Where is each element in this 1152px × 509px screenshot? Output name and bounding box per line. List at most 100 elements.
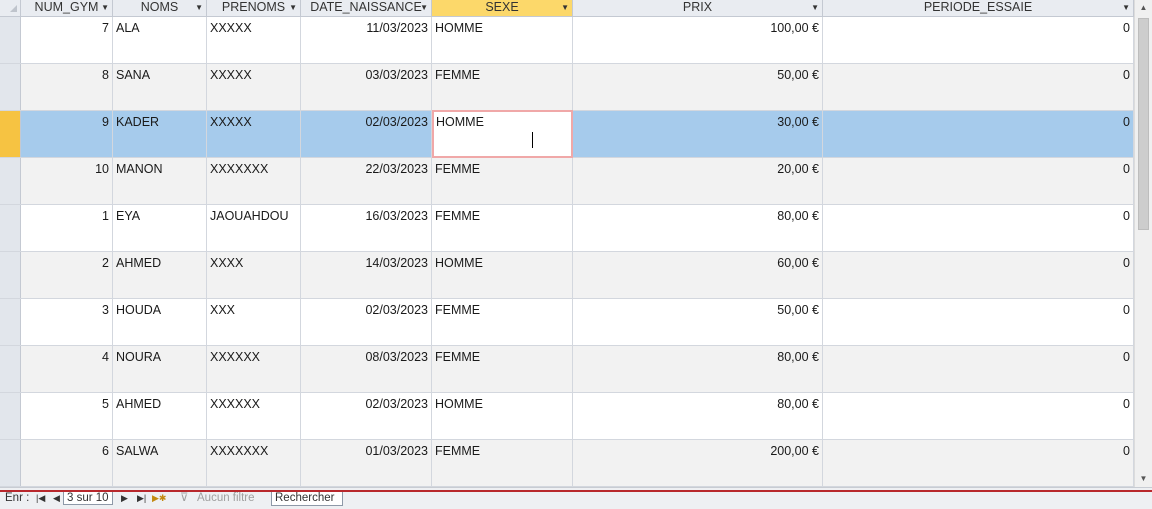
scroll-up-icon[interactable]: ▲ [1135,0,1152,16]
cell-sexe[interactable]: FEMME [432,299,573,345]
record-position-input[interactable]: 3 sur 10 [63,491,113,505]
cell-num-gym[interactable]: 10 [21,158,113,204]
cell-periode-essaie[interactable]: 0 [823,111,1134,157]
cell-prix[interactable]: 20,00 € [573,158,823,204]
cell-num-gym[interactable]: 7 [21,17,113,63]
table-row[interactable]: 8 SANA XXXXX 03/03/2023 FEMME 50,00 €0 [0,64,1134,111]
table-row[interactable]: 2 AHMED XXXX 14/03/2023 HOMME 60,00 €0 [0,252,1134,299]
cell-prix[interactable]: 60,00 € [573,252,823,298]
cell-periode-essaie[interactable]: 0 [823,158,1134,204]
first-record-icon[interactable]: |◀ [36,490,45,506]
cell-date-naissance[interactable]: 16/03/2023 [301,205,432,251]
cell-prenoms[interactable]: XXXXXXX [207,158,301,204]
cell-prenoms[interactable]: XXXX [207,252,301,298]
cell-prenoms[interactable]: XXXXX [207,111,301,157]
sort-filter-dropdown-icon[interactable]: ▼ [1122,0,1130,15]
cell-edit-text[interactable]: HOMME [436,115,484,129]
sort-filter-dropdown-icon[interactable]: ▼ [811,0,819,15]
row-selector[interactable] [0,64,21,110]
cell-periode-essaie[interactable]: 0 [823,299,1134,345]
cell-date-naissance[interactable]: 01/03/2023 [301,440,432,486]
cell-sexe[interactable]: FEMME [432,64,573,110]
cell-periode-essaie[interactable]: 0 [823,440,1134,486]
table-row[interactable]: 4 NOURA XXXXXX 08/03/2023 FEMME 80,00 €0 [0,346,1134,393]
table-row[interactable]: 1 EYA JAOUAHDOU 16/03/2023 FEMME 80,00 €0 [0,205,1134,252]
cell-num-gym[interactable]: 1 [21,205,113,251]
search-input[interactable]: Rechercher [271,490,343,506]
cell-prix[interactable]: 80,00 € [573,205,823,251]
cell-periode-essaie[interactable]: 0 [823,64,1134,110]
cell-sexe[interactable]: HOMME [432,17,573,63]
cell-num-gym[interactable]: 8 [21,64,113,110]
row-selector[interactable] [0,393,21,439]
cell-periode-essaie[interactable]: 0 [823,205,1134,251]
cell-prenoms[interactable]: XXXXX [207,64,301,110]
cell-noms[interactable]: MANON [113,158,207,204]
scroll-down-icon[interactable]: ▼ [1135,471,1152,487]
cell-prenoms[interactable]: XXXXXX [207,393,301,439]
cell-noms[interactable]: SANA [113,64,207,110]
cell-date-naissance[interactable]: 02/03/2023 [301,111,432,157]
cell-noms[interactable]: NOURA [113,346,207,392]
sort-filter-dropdown-icon[interactable]: ▼ [561,0,569,15]
cell-sexe[interactable]: FEMME [432,440,573,486]
cell-prenoms[interactable]: XXXXXXX [207,440,301,486]
cell-date-naissance[interactable]: 02/03/2023 [301,393,432,439]
cell-periode-essaie[interactable]: 0 [823,252,1134,298]
cell-date-naissance[interactable]: 14/03/2023 [301,252,432,298]
cell-prix[interactable]: 30,00 € [573,111,823,157]
vertical-scrollbar[interactable]: ▲ ▼ [1134,0,1152,487]
table-row[interactable]: 9 KADER XXXXX 02/03/2023 HOMME 30,00 €0 [0,110,1134,158]
cell-sexe[interactable]: FEMME [432,205,573,251]
cell-prenoms[interactable]: XXXXX [207,17,301,63]
cell-periode-essaie[interactable]: 0 [823,393,1134,439]
cell-num-gym[interactable]: 5 [21,393,113,439]
cell-noms[interactable]: KADER [113,111,207,157]
filter-status-label[interactable]: Aucun filtre [197,490,255,506]
row-selector[interactable] [0,299,21,345]
cell-prenoms[interactable]: XXXXXX [207,346,301,392]
last-record-icon[interactable]: ▶| [137,490,146,506]
table-row[interactable]: 3 HOUDA XXX 02/03/2023 FEMME 50,00 €0 [0,299,1134,346]
cell-num-gym[interactable]: 6 [21,440,113,486]
cell-periode-essaie[interactable]: 0 [823,17,1134,63]
scrollbar-thumb[interactable] [1138,18,1149,230]
cell-prenoms[interactable]: JAOUAHDOU [207,205,301,251]
cell-prix[interactable]: 200,00 € [573,440,823,486]
cell-prix[interactable]: 100,00 € [573,17,823,63]
row-selector[interactable] [0,17,21,63]
cell-date-naissance[interactable]: 03/03/2023 [301,64,432,110]
column-header-sexe[interactable]: SEXE ▼ [432,0,573,16]
column-header-prix[interactable]: PRIX ▼ [573,0,823,16]
cell-sexe[interactable]: FEMME [432,346,573,392]
cell-num-gym[interactable]: 4 [21,346,113,392]
table-row[interactable]: 5 AHMED XXXXXX 02/03/2023 HOMME 80,00 €0 [0,393,1134,440]
column-header-noms[interactable]: NOMS ▼ [113,0,207,16]
row-selector[interactable] [0,252,21,298]
select-all-corner[interactable] [0,0,21,16]
cell-prix[interactable]: 50,00 € [573,64,823,110]
column-header-prenoms[interactable]: PRENOMS ▼ [207,0,301,16]
cell-date-naissance[interactable]: 02/03/2023 [301,299,432,345]
column-header-date-naissance[interactable]: DATE_NAISSANCE ▼ [301,0,432,16]
cell-num-gym[interactable]: 9 [21,111,113,157]
cell-noms[interactable]: AHMED [113,252,207,298]
cell-sexe[interactable]: FEMME [432,158,573,204]
column-header-periode-essaie[interactable]: PERIODE_ESSAIE ▼ [823,0,1134,16]
cell-prix[interactable]: 80,00 € [573,393,823,439]
sort-filter-dropdown-icon[interactable]: ▼ [420,0,428,15]
cell-prix[interactable]: 80,00 € [573,346,823,392]
cell-num-gym[interactable]: 2 [21,252,113,298]
row-selector[interactable] [0,111,21,157]
cell-date-naissance[interactable]: 11/03/2023 [301,17,432,63]
row-selector[interactable] [0,205,21,251]
filter-off-icon[interactable]: ⊽ [180,490,188,506]
cell-periode-essaie[interactable]: 0 [823,346,1134,392]
table-row[interactable]: 10 MANON XXXXXXX 22/03/2023 FEMME 20,00 €0 [0,158,1134,205]
cell-noms[interactable]: AHMED [113,393,207,439]
cell-prix[interactable]: 50,00 € [573,299,823,345]
cell-date-naissance[interactable]: 08/03/2023 [301,346,432,392]
previous-record-icon[interactable]: ◀ [53,490,60,506]
cell-prenoms[interactable]: XXX [207,299,301,345]
cell-noms[interactable]: HOUDA [113,299,207,345]
